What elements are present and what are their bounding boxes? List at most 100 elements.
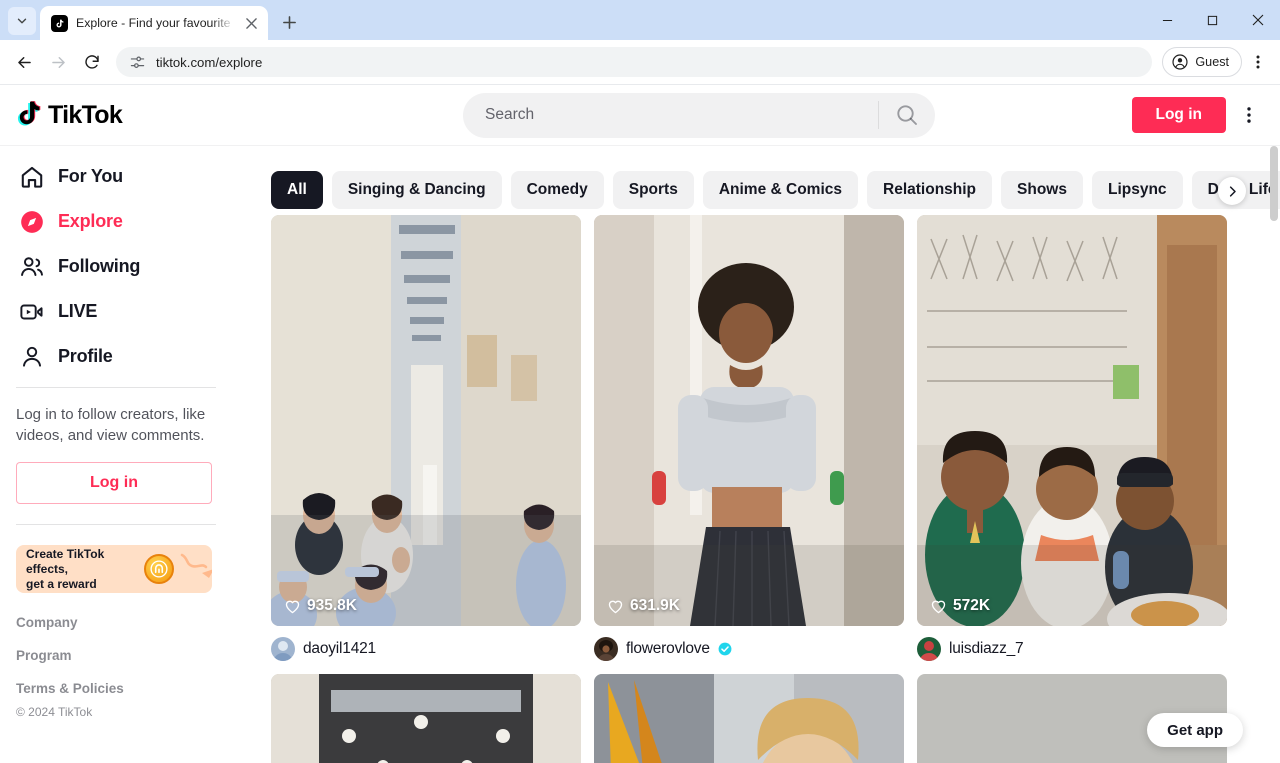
back-arrow-icon [17,56,31,68]
chips-next-button[interactable] [1218,177,1246,205]
header-login-button[interactable]: Log in [1131,97,1226,133]
person-icon [16,341,48,373]
video-grid: 935.8K daoyil1421 631.9K flowerovlove 57… [271,210,1280,763]
footer-link-program[interactable]: Program [16,648,216,663]
heart-icon [931,600,946,613]
author-name: daoyil1421 [303,640,376,657]
video-author[interactable]: daoyil1421 [271,626,581,661]
video-thumbnail[interactable] [594,674,904,763]
tab-search-button[interactable] [8,7,36,35]
tiktok-logo[interactable]: TikTok [14,99,234,132]
avatar [917,637,941,661]
browser-toolbar: tiktok.com/explore Guest [0,40,1280,85]
video-card[interactable]: 631.9K flowerovlove [594,215,904,661]
search-button[interactable] [879,93,935,138]
sidebar-item-label: For You [58,166,123,186]
like-count-value: 935.8K [307,597,357,614]
sidebar-item-label: LIVE [58,301,98,321]
address-bar-url: tiktok.com/explore [156,54,263,70]
footer-link-terms[interactable]: Terms & Policies [16,681,216,696]
window-maximize-button[interactable] [1190,0,1235,40]
three-dots-vertical-icon [1256,55,1260,69]
thumbnail-image [271,674,581,763]
browser-tab-strip: Explore - Find your favourite [0,0,1280,40]
video-card[interactable] [594,674,904,763]
chip-all[interactable]: All [271,171,323,209]
tiktok-logo-text: TikTok [48,100,123,129]
window-minimize-button[interactable] [1145,0,1190,40]
profile-label: Guest [1195,55,1229,69]
author-name: luisdiazz_7 [949,640,1024,657]
sidebar-item-following[interactable]: Following [8,244,224,289]
video-card[interactable]: 572K luisdiazz_7 [917,215,1227,661]
window-close-button[interactable] [1235,0,1280,40]
search-bar [463,92,935,138]
verified-badge-icon [718,642,732,656]
like-count: 572K [930,597,990,615]
live-video-icon [16,296,48,328]
sidebar-item-label: Following [58,256,141,276]
author-name: flowerovlove [626,640,710,657]
sidebar-login-button[interactable]: Log in [16,462,212,504]
video-thumbnail[interactable]: 572K [917,215,1227,626]
copyright-text: © 2024 TikTok [16,705,93,719]
account-circle-icon [1172,54,1188,70]
chip-singing-dancing[interactable]: Singing & Dancing [331,171,502,209]
chip-relationship[interactable]: Relationship [867,171,993,209]
new-tab-button[interactable] [275,8,303,36]
chip-sports[interactable]: Sports [612,171,694,209]
address-bar[interactable]: tiktok.com/explore [116,47,1153,77]
sidebar-item-live[interactable]: LIVE [8,289,224,334]
get-app-button[interactable]: Get app [1147,713,1243,747]
sidebar-item-explore[interactable]: Explore [8,199,224,244]
video-thumbnail[interactable]: 631.9K [594,215,904,626]
like-count: 935.8K [284,597,357,615]
people-icon [16,251,48,283]
compass-icon [16,206,48,238]
video-author[interactable]: flowerovlove [594,626,904,661]
close-icon [245,17,257,29]
page-scrollbar[interactable] [1270,146,1278,763]
sidebar-item-label: Explore [58,211,123,231]
footer-link-company[interactable]: Company [16,615,216,630]
tiktok-note-icon [17,100,41,126]
browser-menu-button[interactable] [1244,47,1272,77]
video-thumbnail[interactable]: 935.8K [271,215,581,626]
video-card[interactable]: 935.8K daoyil1421 [271,215,581,661]
page-settings-icon[interactable] [130,55,145,70]
sidebar-item-profile[interactable]: Profile [8,334,224,379]
chip-shows[interactable]: Shows [1001,171,1083,209]
sidebar-item-for-you[interactable]: For You [8,154,224,199]
video-card[interactable] [271,674,581,763]
video-author[interactable]: luisdiazz_7 [917,626,1227,661]
main-content: All Singing & Dancing Comedy Sports Anim… [240,146,1280,763]
sidebar-divider-2 [16,524,216,525]
profile-button[interactable]: Guest [1162,47,1242,77]
category-chips: All Singing & Dancing Comedy Sports Anim… [271,146,1280,210]
browser-tab[interactable]: Explore - Find your favourite [40,6,268,40]
search-input[interactable] [463,106,878,124]
header-actions: Log in [1131,97,1263,133]
like-count-value: 631.9K [630,597,680,614]
tiktok-header: TikTok Log in [0,85,1280,146]
thumbnail-image [594,215,904,626]
heart-icon [608,600,623,613]
back-button[interactable] [8,46,40,78]
banner-line-1: Create TikTok effects, [26,546,105,576]
forward-button[interactable] [42,46,74,78]
scrollbar-thumb[interactable] [1270,146,1278,221]
chip-lipsync[interactable]: Lipsync [1091,171,1183,209]
header-more-button[interactable] [1236,100,1262,130]
tab-close-button[interactable] [242,14,260,32]
create-effects-banner[interactable]: Create TikTok effects, get a reward [16,545,212,593]
video-thumbnail[interactable] [271,674,581,763]
reload-button[interactable] [76,46,108,78]
tab-title: Explore - Find your favourite [76,16,231,30]
sidebar: For You Explore Following LIVE Profile L… [0,146,240,763]
sidebar-footer-links: Company Program Terms & Policies © 2024 … [8,593,224,719]
chip-anime-comics[interactable]: Anime & Comics [702,171,859,209]
like-count-value: 572K [953,597,991,614]
chip-comedy[interactable]: Comedy [510,171,604,209]
thumbnail-image [917,215,1227,626]
page-body: For You Explore Following LIVE Profile L… [0,146,1280,763]
